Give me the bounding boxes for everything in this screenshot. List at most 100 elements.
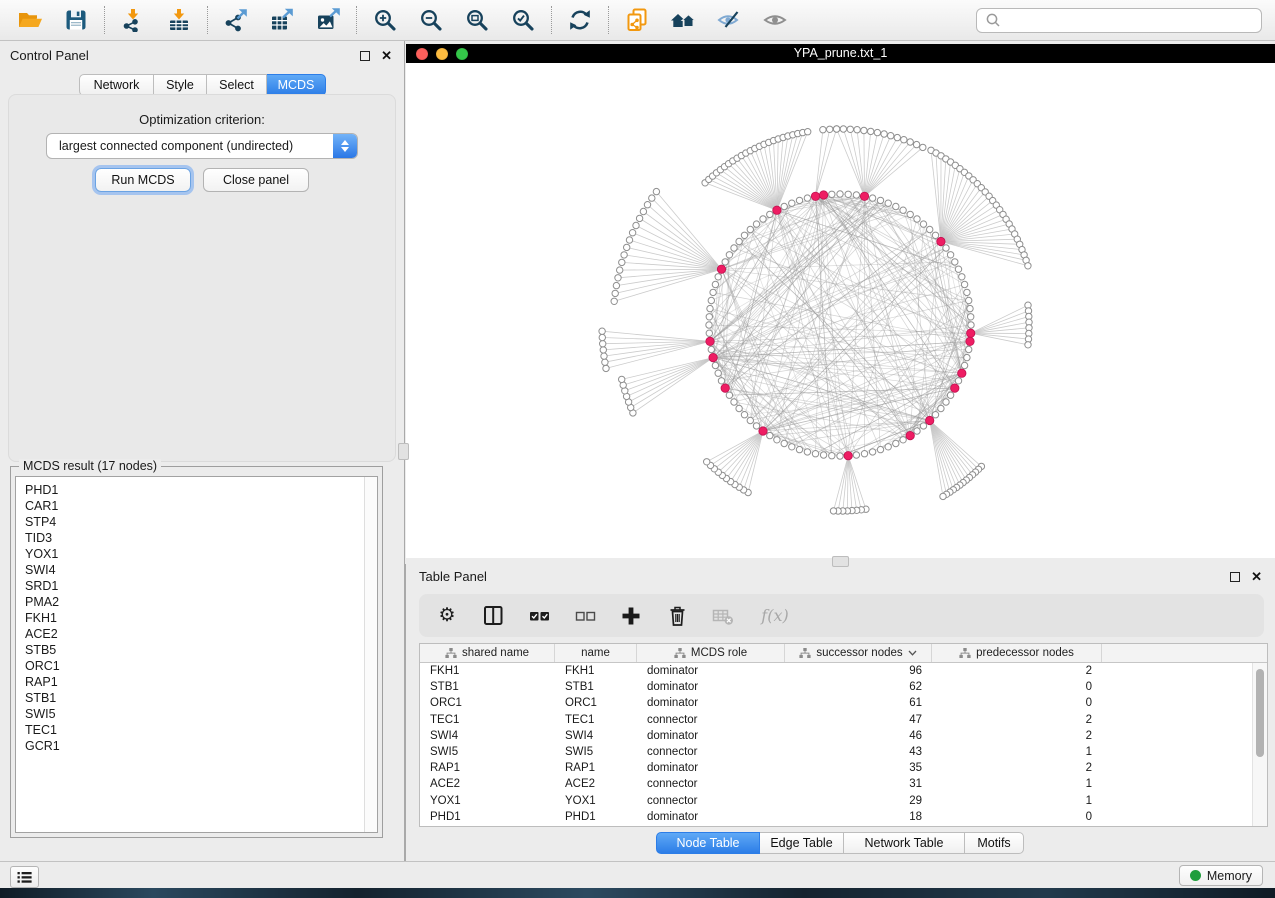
table-row[interactable]: RAP1RAP1dominator352 xyxy=(420,760,1267,776)
cell-role[interactable]: connector xyxy=(637,714,785,726)
close-panel-icon[interactable]: ✕ xyxy=(381,51,392,61)
table-row[interactable]: ACE2ACE2connector311 xyxy=(420,776,1267,792)
column-header-shared-name[interactable]: shared name xyxy=(420,644,555,662)
mcds-result-item[interactable]: SRD1 xyxy=(25,578,364,594)
mcds-result-item[interactable]: FKH1 xyxy=(25,610,364,626)
first-neighbors-button[interactable] xyxy=(668,5,698,35)
zoom-selected-button[interactable] xyxy=(508,5,538,35)
cell-role[interactable]: dominator xyxy=(637,681,785,693)
tab-edge-table[interactable]: Edge Table xyxy=(760,832,844,854)
cell-succ[interactable]: 46 xyxy=(785,730,932,742)
cell-succ[interactable]: 62 xyxy=(785,681,932,693)
search-input[interactable] xyxy=(1007,12,1253,28)
tab-network[interactable]: Network xyxy=(79,74,154,96)
cell-name[interactable]: PHD1 xyxy=(555,811,637,823)
select-all-button[interactable] xyxy=(528,605,550,627)
show-columns-button[interactable] xyxy=(482,605,504,627)
cell-shared[interactable]: PHD1 xyxy=(420,811,555,823)
close-table-panel-icon[interactable]: ✕ xyxy=(1251,572,1262,582)
network-canvas[interactable] xyxy=(406,63,1275,558)
cell-name[interactable]: SWI5 xyxy=(555,746,637,758)
mcds-result-item[interactable]: STP4 xyxy=(25,514,364,530)
tab-style[interactable]: Style xyxy=(154,74,207,96)
table-scrollbar-thumb[interactable] xyxy=(1256,669,1264,757)
mcds-result-item[interactable]: SWI4 xyxy=(25,562,364,578)
cell-role[interactable]: connector xyxy=(637,746,785,758)
cell-name[interactable]: STB1 xyxy=(555,681,637,693)
search-field[interactable] xyxy=(976,8,1262,33)
float-table-panel-icon[interactable] xyxy=(1230,572,1240,582)
mcds-result-item[interactable]: ACE2 xyxy=(25,626,364,642)
cell-shared[interactable]: YOX1 xyxy=(420,795,555,807)
column-header-predecessor-nodes[interactable]: predecessor nodes xyxy=(932,644,1102,662)
cell-role[interactable]: dominator xyxy=(637,697,785,709)
mcds-result-item[interactable]: SWI5 xyxy=(25,706,364,722)
table-row[interactable]: SWI5SWI5connector431 xyxy=(420,744,1267,760)
cell-pred[interactable]: 0 xyxy=(932,697,1102,709)
tab-network-table[interactable]: Network Table xyxy=(844,832,965,854)
network-window-titlebar[interactable]: YPA_prune.txt_1 xyxy=(406,44,1275,63)
cell-succ[interactable]: 35 xyxy=(785,762,932,774)
tab-node-table[interactable]: Node Table xyxy=(656,832,760,854)
zoom-fit-button[interactable] xyxy=(462,5,492,35)
table-row[interactable]: PHD1PHD1dominator180 xyxy=(420,809,1267,825)
cell-succ[interactable]: 96 xyxy=(785,665,932,677)
tab-mcds[interactable]: MCDS xyxy=(267,74,326,96)
cell-succ[interactable]: 47 xyxy=(785,714,932,726)
mcds-result-item[interactable]: GCR1 xyxy=(25,738,364,754)
deselect-all-button[interactable] xyxy=(574,605,596,627)
cell-shared[interactable]: STB1 xyxy=(420,681,555,693)
table-scrollbar[interactable] xyxy=(1252,663,1267,826)
cell-name[interactable]: ORC1 xyxy=(555,697,637,709)
cell-shared[interactable]: FKH1 xyxy=(420,665,555,677)
column-header-mcds-role[interactable]: MCDS role xyxy=(637,644,785,662)
tab-motifs[interactable]: Motifs xyxy=(965,832,1024,854)
open-file-button[interactable] xyxy=(15,5,45,35)
import-network-button[interactable] xyxy=(118,5,148,35)
cell-pred[interactable]: 2 xyxy=(932,665,1102,677)
table-settings-button[interactable]: ⚙ xyxy=(436,605,458,627)
cell-pred[interactable]: 0 xyxy=(932,811,1102,823)
zoom-in-button[interactable] xyxy=(370,5,400,35)
export-table-button[interactable] xyxy=(267,5,297,35)
cell-name[interactable]: FKH1 xyxy=(555,665,637,677)
cell-role[interactable]: dominator xyxy=(637,730,785,742)
clone-network-button[interactable] xyxy=(622,5,652,35)
cell-role[interactable]: dominator xyxy=(637,665,785,677)
memory-button[interactable]: Memory xyxy=(1179,865,1263,886)
table-row[interactable]: TEC1TEC1connector472 xyxy=(420,712,1267,728)
cell-shared[interactable]: RAP1 xyxy=(420,762,555,774)
mcds-result-list[interactable]: PHD1CAR1STP4TID3YOX1SWI4SRD1PMA2FKH1ACE2… xyxy=(15,476,378,833)
cell-shared[interactable]: SWI5 xyxy=(420,746,555,758)
zoom-out-button[interactable] xyxy=(416,5,446,35)
cell-succ[interactable]: 43 xyxy=(785,746,932,758)
mcds-result-item[interactable]: RAP1 xyxy=(25,674,364,690)
cell-role[interactable]: dominator xyxy=(637,811,785,823)
vertical-splitter-handle[interactable] xyxy=(398,443,409,460)
delete-column-button[interactable] xyxy=(666,605,688,627)
mcds-result-item[interactable]: ORC1 xyxy=(25,658,364,674)
column-header-successor-nodes[interactable]: successor nodes xyxy=(785,644,932,662)
cell-name[interactable]: RAP1 xyxy=(555,762,637,774)
add-column-button[interactable] xyxy=(620,605,642,627)
cell-name[interactable]: ACE2 xyxy=(555,778,637,790)
cell-shared[interactable]: ORC1 xyxy=(420,697,555,709)
close-panel-button[interactable]: Close panel xyxy=(203,168,309,192)
mcds-result-item[interactable]: STB5 xyxy=(25,642,364,658)
show-all-button[interactable] xyxy=(760,5,790,35)
cell-pred[interactable]: 0 xyxy=(932,681,1102,693)
cell-shared[interactable]: SWI4 xyxy=(420,730,555,742)
run-mcds-button[interactable]: Run MCDS xyxy=(95,168,191,192)
mcds-result-item[interactable]: TEC1 xyxy=(25,722,364,738)
show-task-history-button[interactable] xyxy=(10,866,39,888)
result-list-scrollbar[interactable] xyxy=(364,477,377,832)
table-row[interactable]: STB1STB1dominator620 xyxy=(420,679,1267,695)
cell-shared[interactable]: ACE2 xyxy=(420,778,555,790)
export-network-button[interactable] xyxy=(221,5,251,35)
cell-name[interactable]: YOX1 xyxy=(555,795,637,807)
mcds-result-item[interactable]: YOX1 xyxy=(25,546,364,562)
cell-name[interactable]: TEC1 xyxy=(555,714,637,726)
cell-pred[interactable]: 1 xyxy=(932,778,1102,790)
mcds-result-item[interactable]: CAR1 xyxy=(25,498,364,514)
cell-shared[interactable]: TEC1 xyxy=(420,714,555,726)
